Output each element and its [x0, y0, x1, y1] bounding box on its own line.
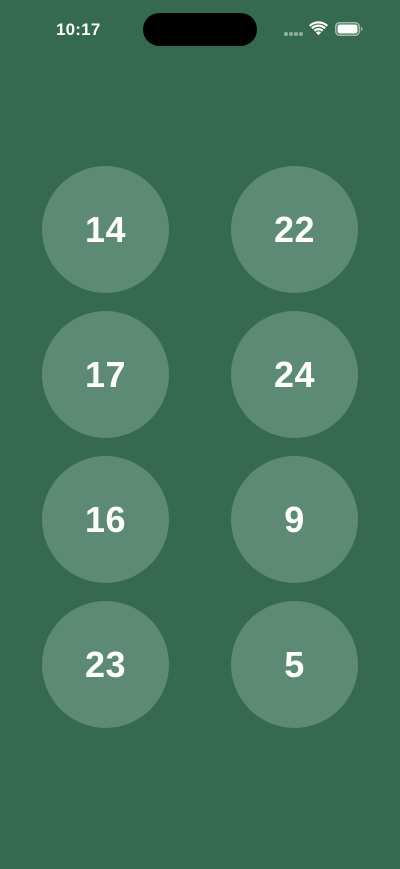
number-label: 22	[273, 208, 316, 250]
number-label: 24	[273, 353, 316, 395]
number-circle[interactable]: 9	[231, 456, 358, 583]
number-circle[interactable]: 14	[42, 166, 169, 293]
number-circle[interactable]: 22	[231, 166, 358, 293]
number-label: 23	[84, 643, 127, 685]
number-circle[interactable]: 17	[42, 311, 169, 438]
number-grid: 14 22 17 24 16 9 23 5	[0, 0, 400, 869]
number-circle[interactable]: 5	[231, 601, 358, 728]
number-label: 16	[84, 498, 127, 540]
number-label: 5	[284, 643, 305, 685]
number-circle[interactable]: 16	[42, 456, 169, 583]
number-label: 14	[84, 208, 127, 250]
number-circle[interactable]: 24	[231, 311, 358, 438]
number-label: 17	[84, 353, 127, 395]
number-circle[interactable]: 23	[42, 601, 169, 728]
number-label: 9	[284, 498, 305, 540]
